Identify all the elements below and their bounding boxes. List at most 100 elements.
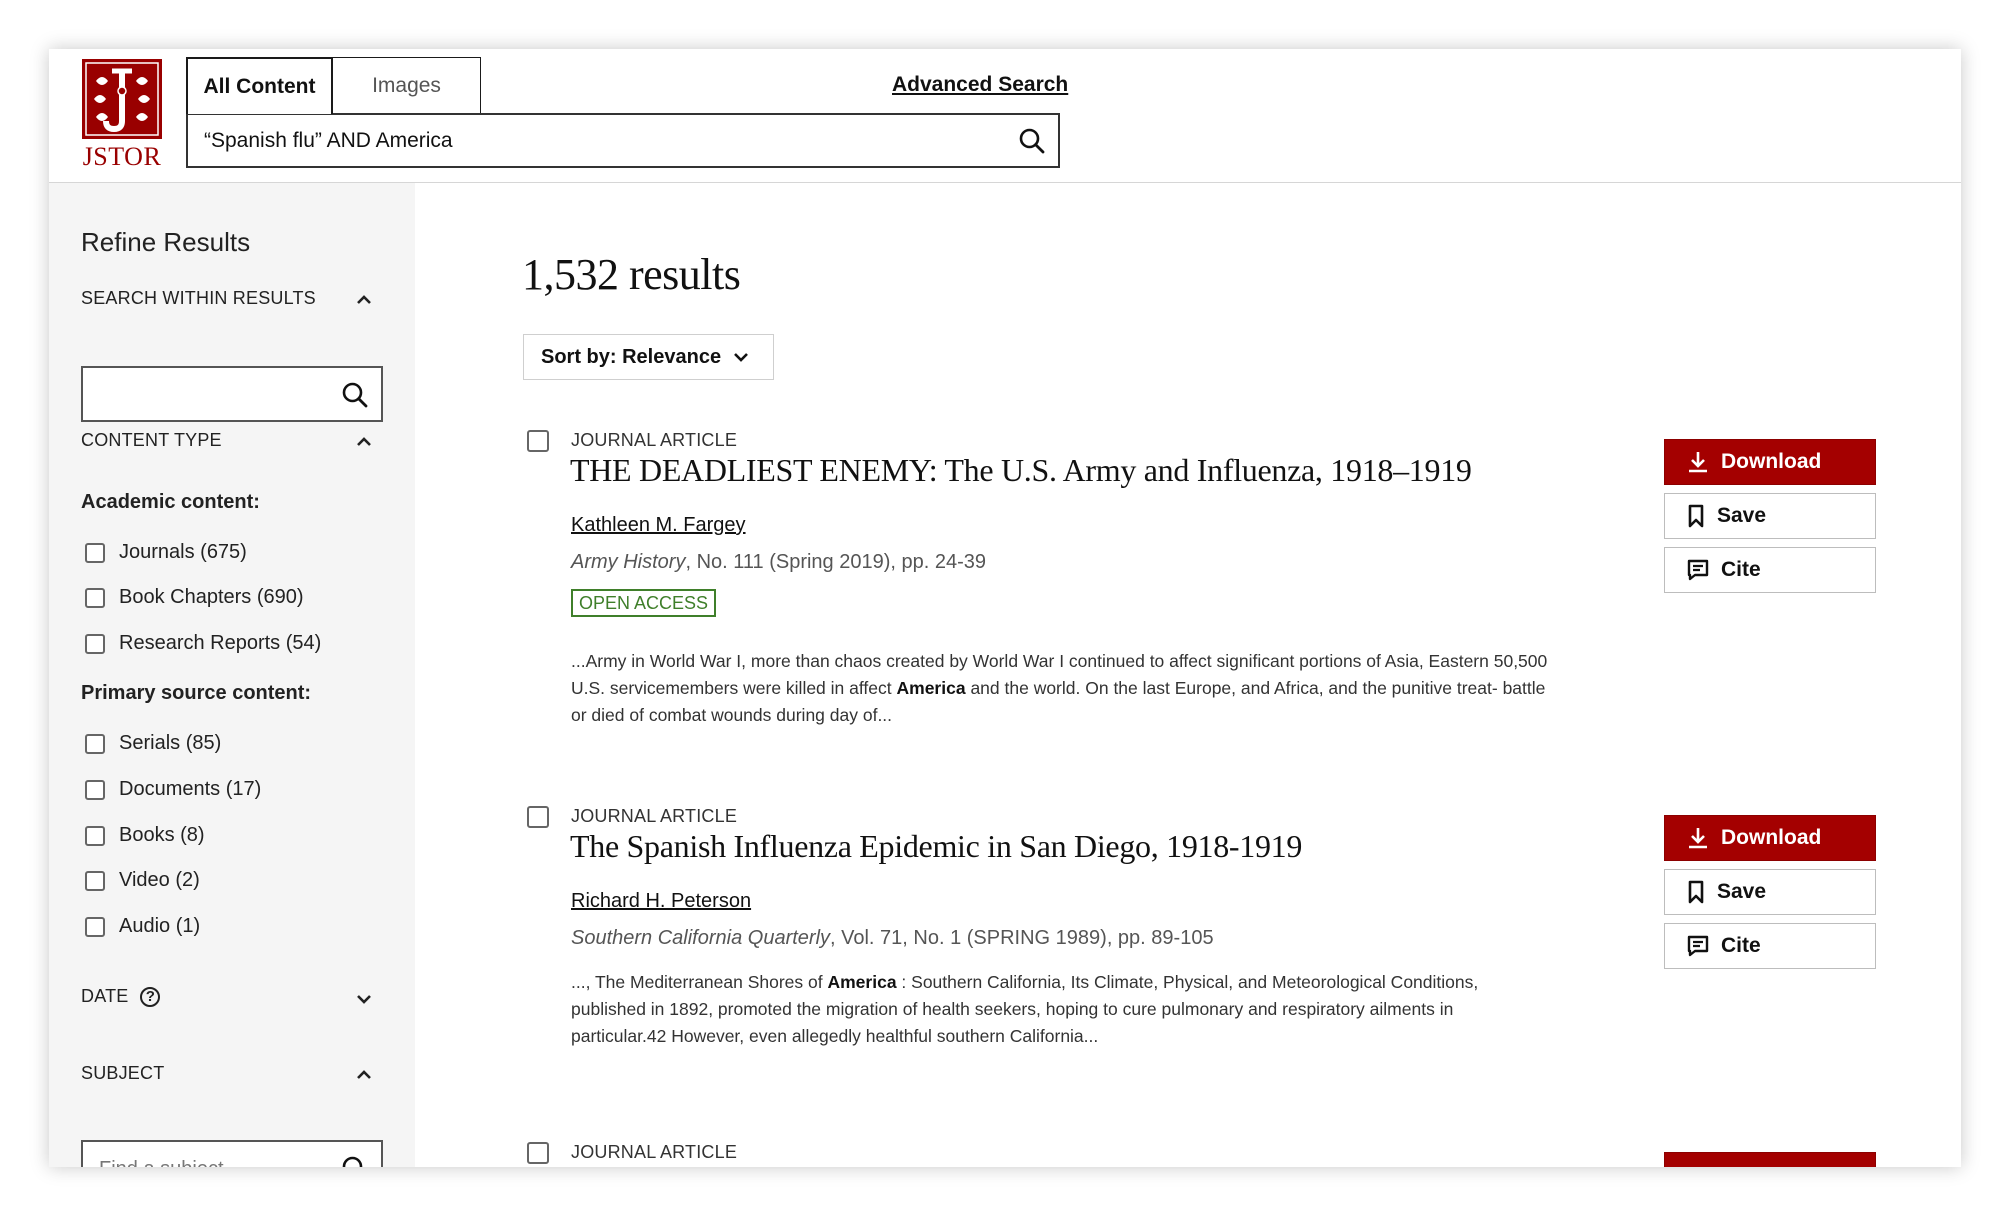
result-source: Army History, No. 111 (Spring 2019), pp.… (571, 551, 986, 574)
date-heading[interactable]: DATE ? (81, 986, 161, 1007)
subject-search-input[interactable]: Find a subject (81, 1140, 383, 1167)
download-icon (1689, 828, 1707, 849)
jstor-logo[interactable]: JSTOR (80, 59, 164, 171)
facet-research-reports[interactable]: Research Reports (54) (85, 632, 321, 655)
cite-label: Cite (1721, 934, 1761, 957)
search-input[interactable]: “Spanish flu” AND America (186, 113, 1060, 168)
result-source: Southern California Quarterly, Vol. 71, … (571, 927, 1214, 950)
facet-audio[interactable]: Audio (1) (85, 915, 200, 938)
academic-content-label: Academic content: (81, 491, 260, 513)
result-checkbox[interactable] (527, 806, 549, 828)
results-count: 1,532 results (522, 250, 741, 299)
cite-icon (1687, 559, 1709, 581)
open-access-badge: OPEN ACCESS (571, 589, 717, 617)
search-icon[interactable] (341, 1155, 369, 1167)
facet-label: Documents (17) (119, 778, 262, 800)
result-title[interactable]: THE DEADLIEST ENEMY: The U.S. Army and I… (570, 452, 1472, 489)
save-label: Save (1717, 880, 1767, 903)
chevron-up-icon[interactable] (355, 293, 373, 305)
cite-label: Cite (1721, 558, 1761, 581)
result-snippet: ...Army in World War I, more than chaos … (571, 648, 1551, 729)
source-details: , Vol. 71, No. 1 (SPRING 1989), pp. 89-1… (830, 927, 1214, 949)
snippet-text: ..., The Mediterranean Shores of (571, 972, 828, 992)
facet-label: Books (8) (119, 824, 205, 846)
header: JSTOR All Content Images Advanced Search… (49, 49, 1961, 183)
snippet-highlight: America (827, 972, 897, 992)
help-icon[interactable]: ? (140, 986, 161, 1007)
chevron-down-icon (734, 353, 748, 362)
result-type: JOURNAL ARTICLE (571, 806, 738, 826)
facet-books[interactable]: Books (8) (85, 824, 205, 847)
search-within-input[interactable] (81, 366, 383, 422)
subject-heading[interactable]: SUBJECT (81, 1063, 164, 1084)
result-checkbox[interactable] (527, 430, 549, 452)
result-checkbox[interactable] (527, 1142, 549, 1164)
facet-label: Research Reports (54) (119, 632, 322, 654)
checkbox[interactable] (85, 542, 105, 563)
facet-label: Audio (1) (119, 915, 201, 937)
facet-documents[interactable]: Documents (17) (85, 778, 261, 801)
subject-placeholder: Find a subject (99, 1158, 224, 1167)
download-button[interactable] (1664, 1152, 1876, 1167)
facet-video[interactable]: Video (2) (85, 869, 200, 892)
download-button[interactable]: Download (1664, 439, 1876, 485)
refine-title: Refine Results (81, 227, 251, 257)
source-details: , No. 111 (Spring 2019), pp. 24-39 (685, 551, 987, 573)
save-label: Save (1717, 504, 1767, 527)
advanced-search-link[interactable]: Advanced Search (892, 73, 1068, 97)
download-button[interactable]: Download (1664, 815, 1876, 861)
checkbox[interactable] (85, 587, 105, 608)
bookmark-icon (1688, 504, 1704, 528)
cite-icon (1687, 935, 1709, 957)
tab-images[interactable]: Images (333, 57, 481, 113)
facet-label: Journals (675) (119, 541, 247, 563)
chevron-down-icon[interactable] (355, 993, 373, 1005)
checkbox[interactable] (85, 633, 105, 654)
search-query-text: “Spanish flu” AND America (204, 129, 453, 152)
bookmark-icon (1688, 880, 1704, 904)
jstor-emblem-icon (82, 59, 162, 139)
result-author[interactable]: Richard H. Peterson (571, 890, 751, 913)
download-label: Download (1721, 450, 1822, 473)
download-label: Download (1721, 826, 1822, 849)
checkbox[interactable] (85, 916, 105, 937)
search-within-heading[interactable]: SEARCH WITHIN RESULTS (81, 288, 316, 309)
facet-serials[interactable]: Serials (85) (85, 732, 221, 755)
result-title[interactable]: The Spanish Influenza Epidemic in San Di… (570, 828, 1302, 865)
cite-button[interactable]: Cite (1664, 547, 1876, 593)
source-journal: Southern California Quarterly (571, 927, 831, 949)
result-type: JOURNAL ARTICLE (571, 1142, 738, 1162)
facet-label: Serials (85) (119, 732, 222, 754)
download-icon (1689, 452, 1707, 473)
result-type: JOURNAL ARTICLE (571, 430, 738, 450)
checkbox[interactable] (85, 733, 105, 754)
checkbox[interactable] (85, 870, 105, 891)
facet-book-chapters[interactable]: Book Chapters (690) (85, 586, 304, 609)
search-icon[interactable] (341, 381, 369, 409)
save-button[interactable]: Save (1664, 869, 1876, 915)
checkbox[interactable] (85, 825, 105, 846)
primary-source-label: Primary source content: (81, 682, 312, 704)
chevron-up-icon[interactable] (355, 1068, 373, 1080)
result-author[interactable]: Kathleen M. Fargey (571, 514, 746, 537)
chevron-up-icon[interactable] (355, 435, 373, 447)
sort-dropdown[interactable]: Sort by: Relevance (523, 334, 774, 380)
app-window: JSTOR All Content Images Advanced Search… (49, 49, 1961, 1167)
checkbox[interactable] (85, 779, 105, 800)
facet-label: Video (2) (119, 869, 200, 891)
result-snippet: ..., The Mediterranean Shores of America… (571, 969, 1551, 1050)
facet-label: Book Chapters (690) (119, 586, 304, 608)
date-heading-label: DATE (81, 986, 129, 1006)
logo-wordmark: JSTOR (82, 142, 162, 171)
source-journal: Army History (571, 551, 686, 573)
refine-sidebar: Refine Results SEARCH WITHIN RESULTS CON… (49, 183, 415, 1167)
save-button[interactable]: Save (1664, 493, 1876, 539)
facet-journals[interactable]: Journals (675) (85, 541, 247, 564)
tab-all-content[interactable]: All Content (186, 57, 333, 114)
search-tabs: All Content Images (186, 57, 481, 114)
sort-label: Sort by: Relevance (541, 345, 722, 368)
snippet-highlight: America (896, 678, 966, 698)
content-type-heading[interactable]: CONTENT TYPE (81, 430, 222, 451)
cite-button[interactable]: Cite (1664, 923, 1876, 969)
search-icon[interactable] (1018, 127, 1046, 155)
